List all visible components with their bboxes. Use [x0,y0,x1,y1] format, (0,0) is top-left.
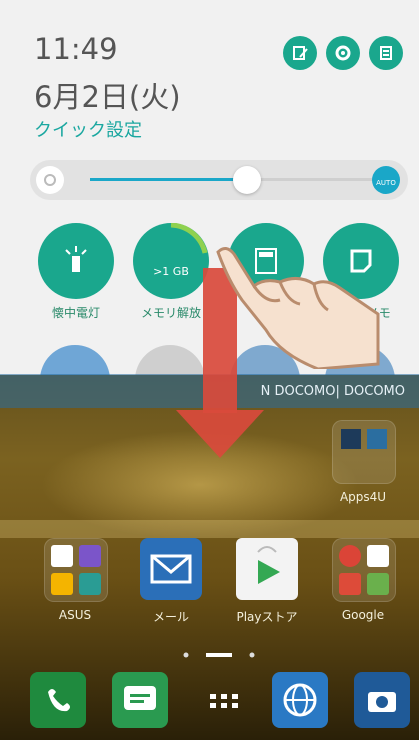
todo-icon [79,545,101,567]
mail-label: メール [152,610,189,624]
contacts-icon [79,573,101,595]
settings-button[interactable] [326,36,360,70]
google-label: Google [341,608,385,622]
memory-release-tile[interactable]: >1 GB [133,223,209,299]
maps-icon [367,573,389,595]
list-button[interactable] [369,36,403,70]
chrome-icon [339,545,361,567]
brightness-bar: AUTO [30,160,408,200]
play-store-icon[interactable] [236,538,298,600]
phone-icon[interactable] [30,672,86,728]
google-folder[interactable] [332,538,396,602]
page-indicator [183,652,255,658]
camera-icon[interactable] [354,672,410,728]
calendar-icon [51,545,73,567]
brightness-icon [36,166,64,194]
apps4u-folder[interactable] [332,420,396,484]
swipe-arrow-icon [176,410,264,458]
browser-icon[interactable] [272,672,328,728]
app-drawer-icon[interactable] [196,672,252,728]
carrier-text: N DOCOMO| DOCOMO [260,384,405,399]
clock-time: 11:49 [34,32,118,66]
flashlight-label: 懐中電灯 [51,306,100,320]
app-icon [367,429,387,449]
google-plus-icon [339,573,361,595]
mail-icon[interactable] [140,538,202,600]
asus-folder[interactable] [44,538,108,602]
flashlight-icon [65,246,87,272]
auto-brightness-icon[interactable]: AUTO [372,166,400,194]
brightness-slider-thumb[interactable] [233,166,261,194]
quick-tile[interactable] [135,345,205,375]
play-store-label: Playストア [236,610,298,624]
quick-settings-label: クイック設定 [34,120,142,141]
heart-icon [51,573,73,595]
brightness-fill [90,178,247,181]
memory-progress-ring [170,223,208,254]
quick-tile[interactable] [40,345,110,375]
date-text: 6月2日(火) [34,80,181,114]
list-icon [380,46,392,60]
gear-icon [335,45,351,61]
message-icon[interactable] [112,672,168,728]
apps4u-label: Apps4U [339,490,387,504]
hand-gesture-icon [216,247,380,369]
asus-label: ASUS [58,608,92,622]
gmail-icon [367,545,389,567]
horizon [0,520,419,538]
edit-button[interactable] [283,36,317,70]
edit-icon [293,46,308,60]
flashlight-tile[interactable] [38,223,114,299]
kindle-like-icon [341,429,361,449]
